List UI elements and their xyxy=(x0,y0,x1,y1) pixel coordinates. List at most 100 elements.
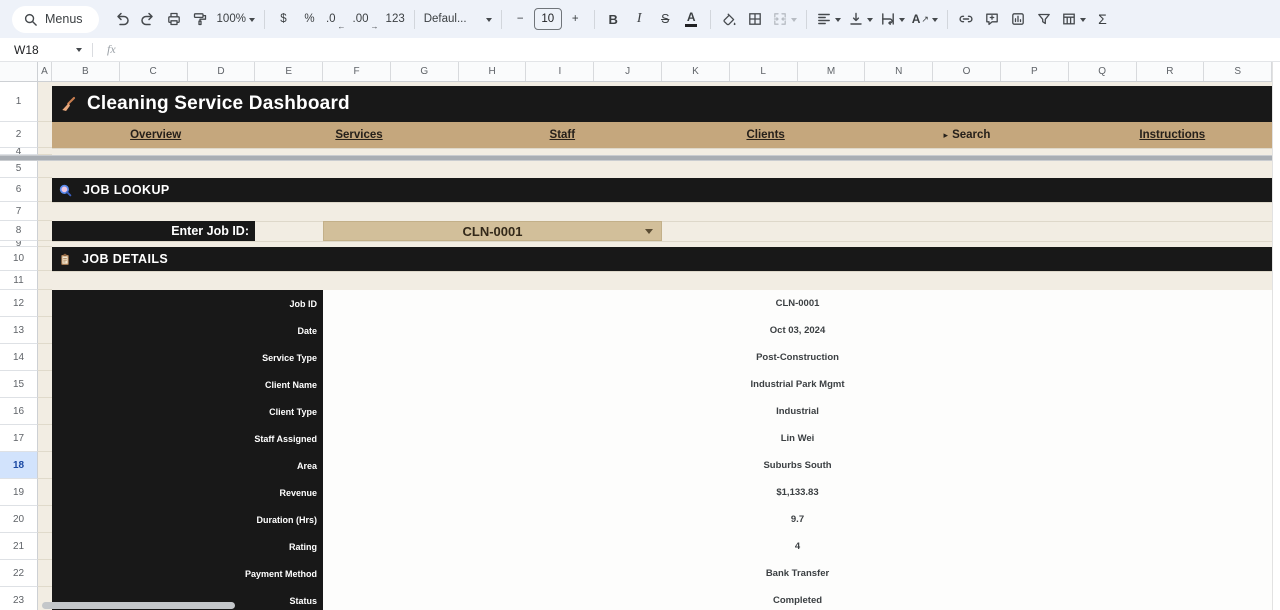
increase-font-size-button[interactable]: + xyxy=(563,6,588,32)
row-header[interactable]: 8 xyxy=(0,221,38,241)
frozen-rows-divider[interactable] xyxy=(0,155,1272,161)
vertical-align-button[interactable] xyxy=(845,6,876,32)
cell[interactable] xyxy=(38,371,52,398)
column-header[interactable]: S xyxy=(1204,62,1272,81)
nav-tab[interactable]: Services xyxy=(255,122,458,148)
zoom-select[interactable]: 100% xyxy=(214,6,258,32)
cell[interactable] xyxy=(38,533,52,560)
nav-tab[interactable]: ▸ Search xyxy=(865,122,1068,148)
column-header[interactable]: R xyxy=(1137,62,1205,81)
cell[interactable] xyxy=(38,425,52,452)
italic-button[interactable]: I xyxy=(627,6,652,32)
column-header[interactable]: G xyxy=(391,62,459,81)
cell[interactable] xyxy=(38,560,52,587)
detail-value-cell[interactable]: CLN-0001 xyxy=(323,290,1272,317)
filter-views-button[interactable] xyxy=(1058,6,1089,32)
column-header[interactable]: I xyxy=(526,62,594,81)
detail-label-cell[interactable]: Payment Method xyxy=(52,560,323,587)
insert-comment-button[interactable] xyxy=(980,6,1005,32)
row-header[interactable]: 10 xyxy=(0,247,38,271)
column-header[interactable]: O xyxy=(933,62,1001,81)
detail-label-cell[interactable]: Revenue xyxy=(52,479,323,506)
row-header[interactable]: 1 xyxy=(0,82,38,122)
row-header[interactable]: 20 xyxy=(0,506,38,533)
cell[interactable] xyxy=(38,148,52,155)
detail-value-cell[interactable]: Post-Construction xyxy=(323,344,1272,371)
cell[interactable] xyxy=(38,290,52,317)
cell[interactable] xyxy=(38,398,52,425)
detail-label-cell[interactable]: Client Name xyxy=(52,371,323,398)
fill-color-button[interactable] xyxy=(717,6,742,32)
insert-link-button[interactable] xyxy=(954,6,979,32)
detail-value-cell[interactable]: Industrial xyxy=(323,398,1272,425)
row-header[interactable]: 18 xyxy=(0,452,38,479)
column-header[interactable]: L xyxy=(730,62,798,81)
column-header[interactable]: A xyxy=(38,62,52,81)
filter-button[interactable] xyxy=(1032,6,1057,32)
borders-button[interactable] xyxy=(743,6,768,32)
row-header[interactable]: 16 xyxy=(0,398,38,425)
cell[interactable] xyxy=(38,202,52,221)
undo-button[interactable] xyxy=(110,6,135,32)
row-header[interactable]: 7 xyxy=(0,202,38,221)
detail-label-cell[interactable]: Area xyxy=(52,452,323,479)
job-lookup-banner[interactable]: JOB LOOKUP xyxy=(52,178,1272,202)
detail-value-cell[interactable]: $1,133.83 xyxy=(323,479,1272,506)
column-header[interactable]: M xyxy=(798,62,866,81)
column-header[interactable]: H xyxy=(459,62,527,81)
detail-label-cell[interactable]: Client Type xyxy=(52,398,323,425)
print-button[interactable] xyxy=(162,6,187,32)
strikethrough-button[interactable]: S xyxy=(653,6,678,32)
percent-format-button[interactable]: % xyxy=(297,6,322,32)
menus-button[interactable]: Menus xyxy=(12,6,99,33)
nav-tab[interactable]: Overview xyxy=(52,122,255,148)
row-header[interactable]: 19 xyxy=(0,479,38,506)
row-header[interactable]: 2 xyxy=(0,122,38,148)
text-color-button[interactable]: A xyxy=(679,6,704,32)
cell[interactable] xyxy=(38,82,52,122)
column-header[interactable]: Q xyxy=(1069,62,1137,81)
detail-value-cell[interactable]: Oct 03, 2024 xyxy=(323,317,1272,344)
cell[interactable] xyxy=(38,452,52,479)
font-select[interactable]: Defaul... xyxy=(421,6,495,32)
column-header[interactable]: C xyxy=(120,62,188,81)
row-header[interactable]: 21 xyxy=(0,533,38,560)
redo-button[interactable] xyxy=(136,6,161,32)
row-header[interactable]: 12 xyxy=(0,290,38,317)
cell[interactable] xyxy=(38,271,52,290)
detail-value-cell[interactable]: Industrial Park Mgmt xyxy=(323,371,1272,398)
cell[interactable] xyxy=(38,159,52,178)
cell[interactable] xyxy=(38,178,52,202)
bold-button[interactable]: B xyxy=(601,6,626,32)
more-formats-button[interactable]: 123 xyxy=(383,6,408,32)
detail-value-cell[interactable]: Lin Wei xyxy=(323,425,1272,452)
row-header[interactable]: 15 xyxy=(0,371,38,398)
formula-input[interactable] xyxy=(128,38,1280,61)
cell[interactable] xyxy=(38,479,52,506)
row-header[interactable]: 22 xyxy=(0,560,38,587)
nav-tab[interactable]: Staff xyxy=(459,122,662,148)
detail-label-cell[interactable]: Job ID xyxy=(52,290,323,317)
detail-value-cell[interactable]: Completed xyxy=(323,587,1272,610)
row-header[interactable]: 14 xyxy=(0,344,38,371)
row-header[interactable]: 23 xyxy=(0,587,38,610)
nav-tab[interactable]: Instructions xyxy=(1069,122,1272,148)
horizontal-align-button[interactable] xyxy=(813,6,844,32)
row-header[interactable]: 17 xyxy=(0,425,38,452)
job-id-dropdown[interactable]: CLN-0001 xyxy=(323,221,662,241)
row-header[interactable]: 6 xyxy=(0,178,38,202)
cell[interactable] xyxy=(38,247,52,271)
nav-tab[interactable]: Clients xyxy=(662,122,865,148)
cell[interactable] xyxy=(38,317,52,344)
increase-decimal-button[interactable]: .00→ xyxy=(350,6,382,32)
column-header[interactable]: N xyxy=(865,62,933,81)
row-header[interactable]: 11 xyxy=(0,271,38,290)
detail-value-cell[interactable]: Bank Transfer xyxy=(323,560,1272,587)
select-all-corner[interactable] xyxy=(0,62,38,82)
detail-value-cell[interactable]: 9.7 xyxy=(323,506,1272,533)
cell[interactable] xyxy=(38,506,52,533)
detail-label-cell[interactable]: Rating xyxy=(52,533,323,560)
name-box[interactable]: W18 xyxy=(0,38,92,61)
column-header[interactable]: J xyxy=(594,62,662,81)
text-rotation-button[interactable]: A↗ xyxy=(909,6,941,32)
